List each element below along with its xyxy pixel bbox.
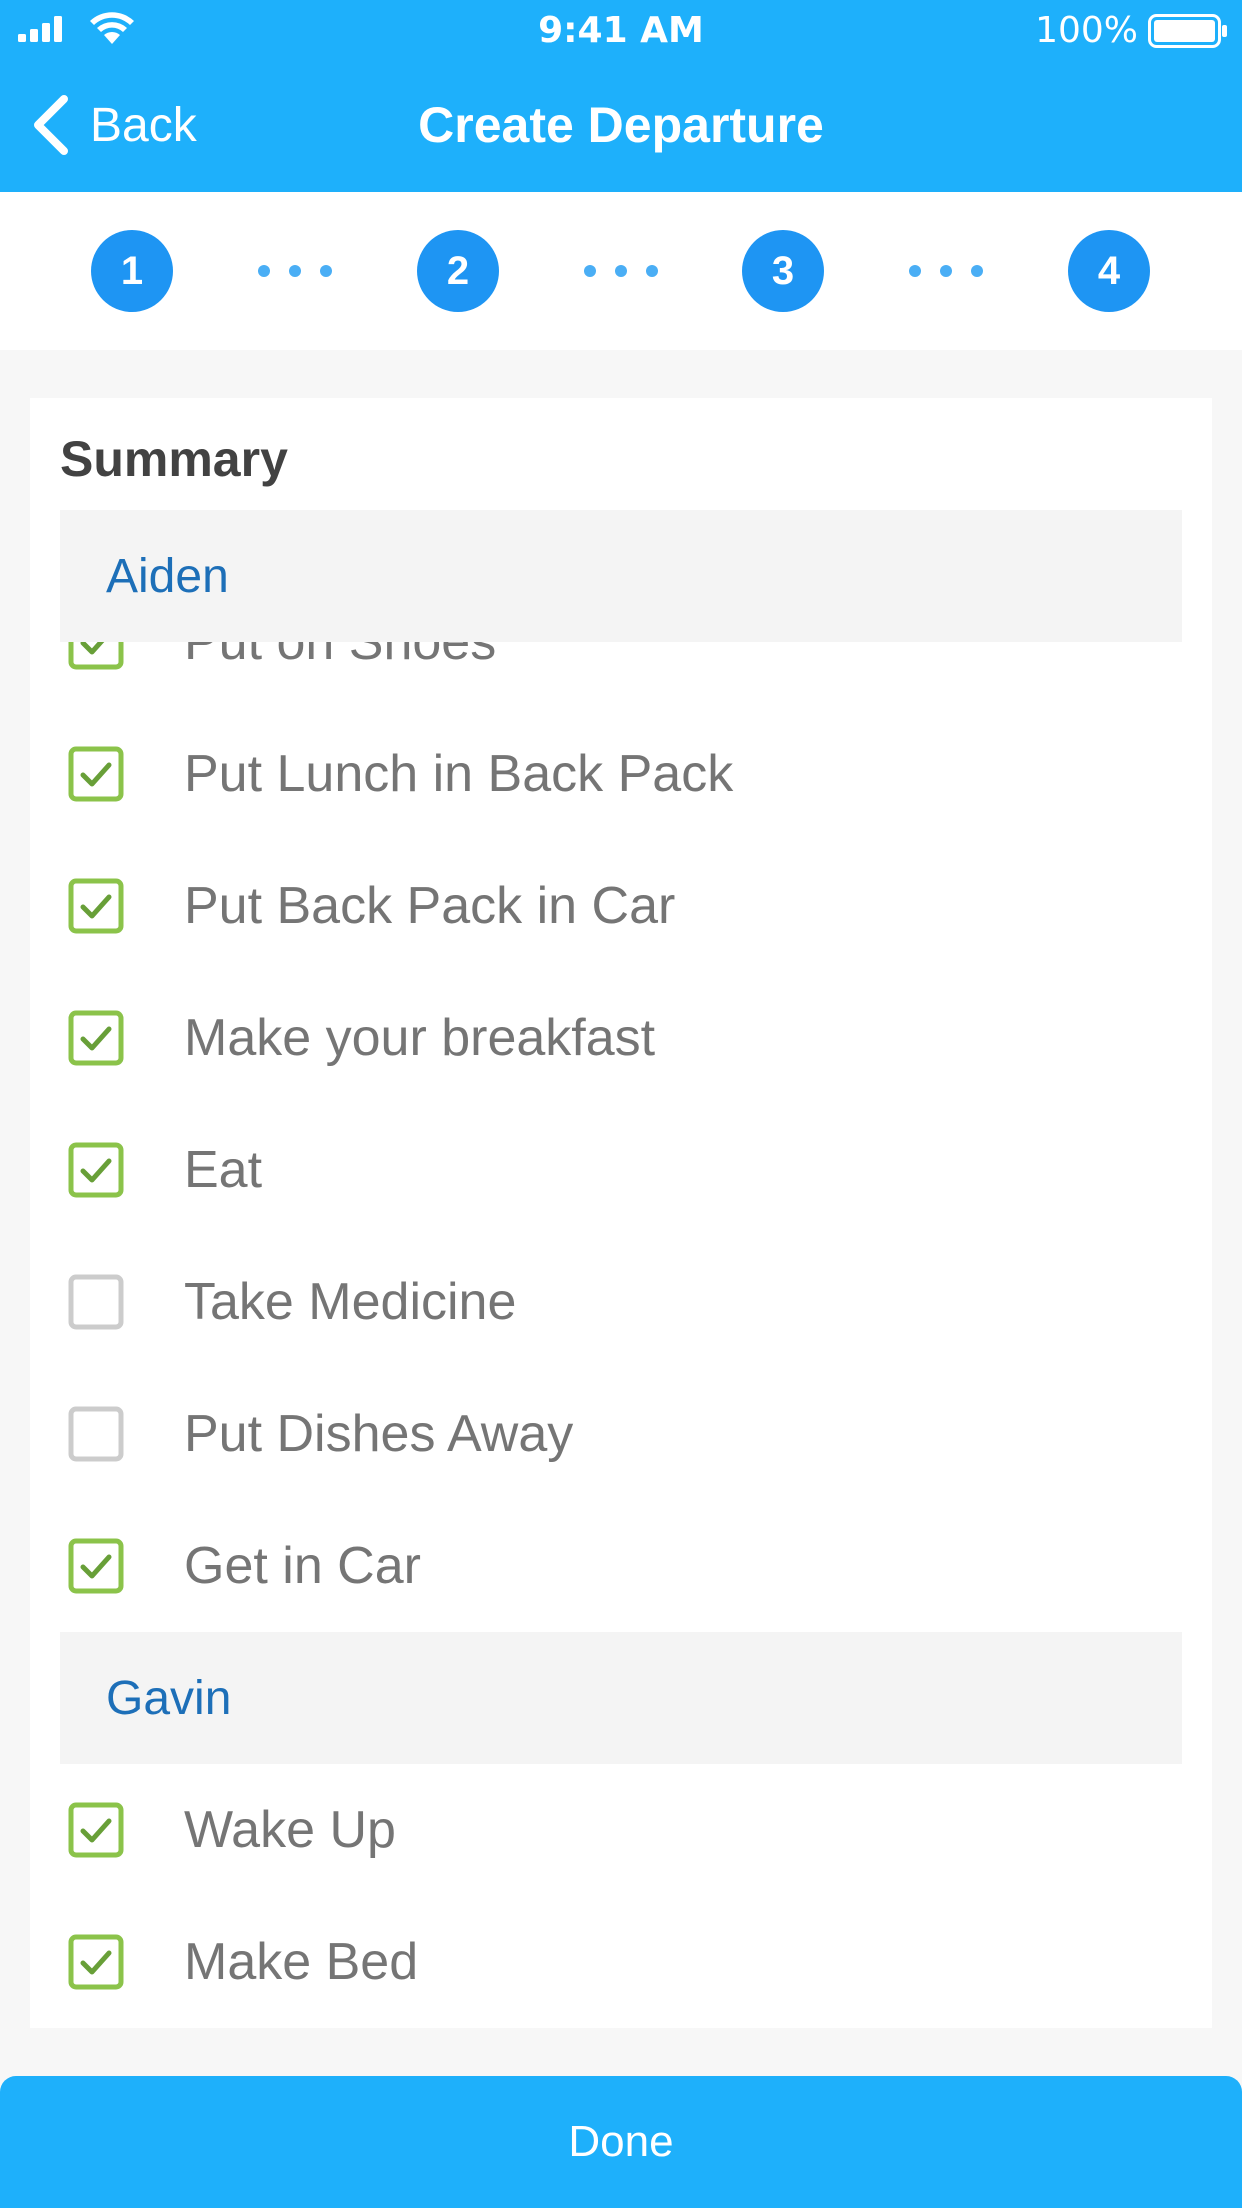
section-header: Gavin bbox=[60, 1632, 1182, 1764]
checkbox-checked-icon[interactable] bbox=[68, 1010, 124, 1066]
task-label: Eat bbox=[184, 1141, 263, 1199]
checkbox-checked-icon[interactable] bbox=[68, 746, 124, 802]
task-label: Make your breakfast bbox=[184, 1009, 656, 1067]
task-label: Wake Up bbox=[184, 1801, 396, 1859]
checkbox-unchecked-icon[interactable] bbox=[68, 1406, 124, 1462]
step-3[interactable]: 3 bbox=[742, 230, 824, 312]
step-1[interactable]: 1 bbox=[91, 230, 173, 312]
step-connector bbox=[909, 265, 983, 277]
checkbox-checked-icon[interactable] bbox=[68, 1538, 124, 1594]
battery-percentage: 100% bbox=[1035, 10, 1138, 51]
checkbox-unchecked-icon[interactable] bbox=[68, 1274, 124, 1330]
task-row[interactable]: Put Back Pack in Car bbox=[60, 840, 1182, 972]
checkbox-checked-icon[interactable] bbox=[68, 1802, 124, 1858]
summary-list[interactable]: Aiden Put on Shoes Put Lunch in Back Pack P… bbox=[60, 510, 1182, 2028]
task-row[interactable]: Put Dishes Away bbox=[60, 1368, 1182, 1500]
checkbox-checked-icon[interactable] bbox=[68, 1934, 124, 1990]
checkbox-checked-icon[interactable] bbox=[68, 878, 124, 934]
task-row[interactable]: Wake Up bbox=[60, 1764, 1182, 1896]
section-name: Gavin bbox=[106, 1671, 232, 1725]
task-row[interactable]: Put Lunch in Back Pack bbox=[60, 708, 1182, 840]
step-4[interactable]: 4 bbox=[1068, 230, 1150, 312]
done-button[interactable]: Done bbox=[0, 2076, 1242, 2208]
task-row[interactable]: Make Bed bbox=[60, 1896, 1182, 2028]
summary-title: Summary bbox=[60, 431, 288, 487]
header: 9:41 AM 100% Back Create Departure bbox=[0, 0, 1242, 192]
section-name: Aiden bbox=[106, 549, 229, 603]
task-label: Put Lunch in Back Pack bbox=[184, 745, 734, 803]
task-label: Make Bed bbox=[184, 1933, 419, 1991]
task-row[interactable]: Make your breakfast bbox=[60, 972, 1182, 1104]
battery-icon bbox=[1148, 14, 1227, 48]
summary-card: Summary Aiden Put on Shoes Put Lunch in Ba… bbox=[30, 398, 1212, 2028]
step-2[interactable]: 2 bbox=[417, 230, 499, 312]
task-row[interactable]: Get in Car bbox=[60, 1500, 1182, 1632]
task-row[interactable]: Eat bbox=[60, 1104, 1182, 1236]
status-bar: 9:41 AM 100% bbox=[0, 0, 1242, 62]
navigation-bar: Back Create Departure bbox=[0, 62, 1242, 192]
section-header: Aiden bbox=[60, 510, 1182, 642]
done-label: Done bbox=[568, 2117, 674, 2166]
task-row[interactable]: Take Medicine bbox=[60, 1236, 1182, 1368]
task-label: Get in Car bbox=[184, 1537, 421, 1595]
task-label: Put Dishes Away bbox=[184, 1405, 574, 1463]
page-title: Create Departure bbox=[418, 97, 824, 153]
step-connector bbox=[258, 265, 332, 277]
task-label: Take Medicine bbox=[184, 1273, 517, 1331]
task-label: Put Back Pack in Car bbox=[184, 877, 676, 935]
screen: 9:41 AM 100% Back Create Departure 1 2 3… bbox=[0, 0, 1242, 2208]
step-indicator: 1 2 3 4 bbox=[0, 192, 1242, 350]
step-connector bbox=[584, 265, 658, 277]
checkbox-checked-icon[interactable] bbox=[68, 1142, 124, 1198]
